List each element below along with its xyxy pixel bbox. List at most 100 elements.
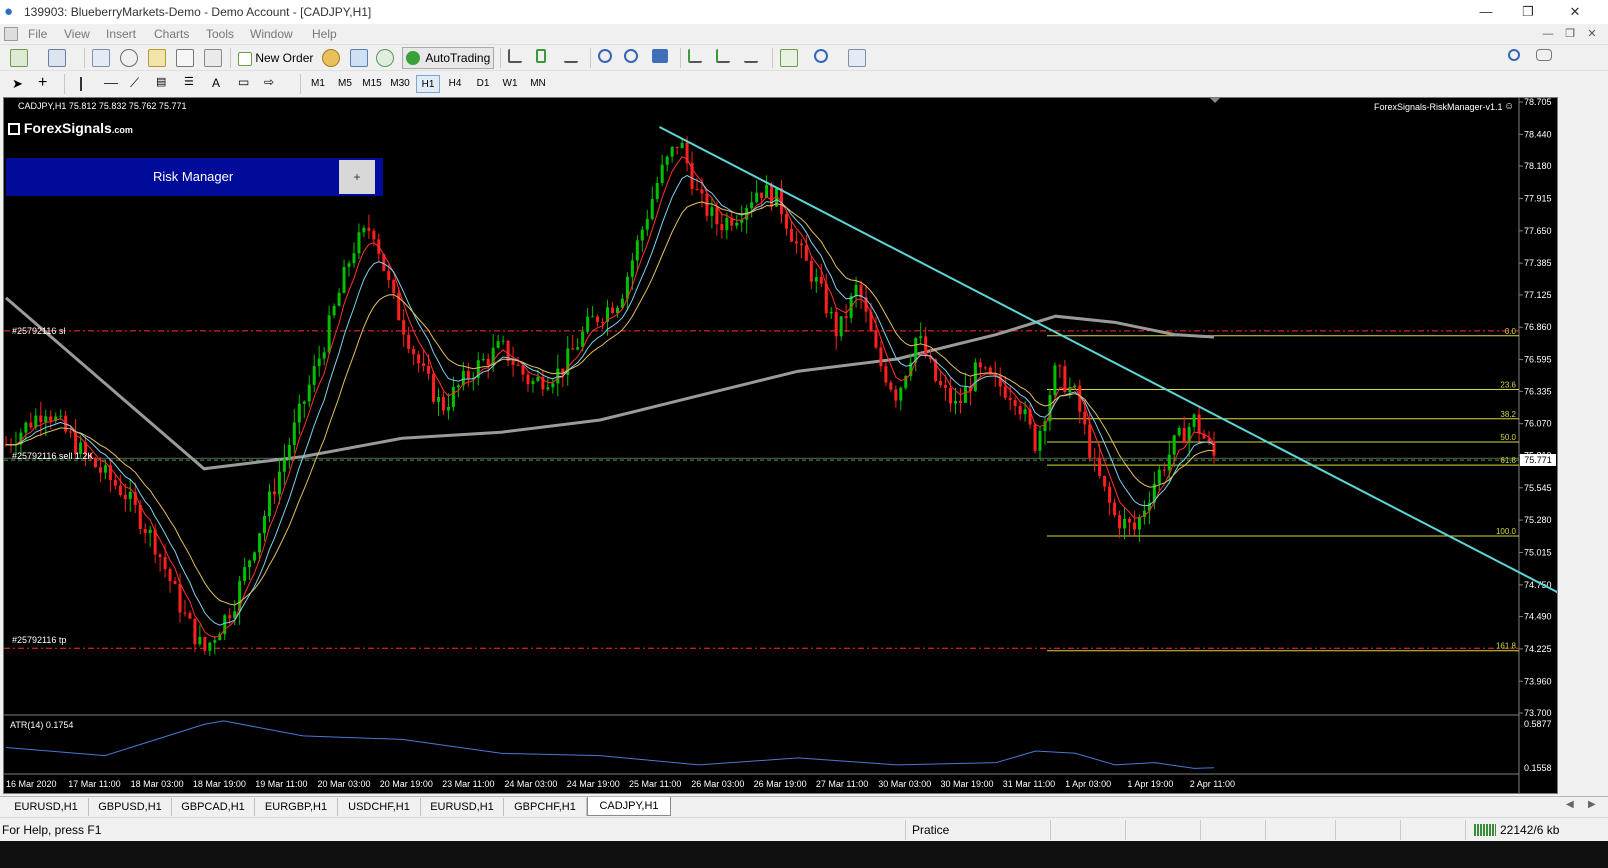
candle-body	[824, 283, 828, 314]
text-label-icon[interactable]: ▭	[238, 75, 249, 93]
arrows-icon[interactable]: ⇨	[264, 75, 274, 93]
tab-gbpchf[interactable]: GBPCHF,H1	[504, 798, 587, 816]
menu-tools[interactable]: Tools	[206, 27, 234, 41]
market-icon[interactable]	[376, 49, 394, 67]
templates-button[interactable]	[848, 49, 866, 67]
candle-body	[1063, 366, 1067, 393]
tab-eurusd-2[interactable]: EURUSD,H1	[421, 798, 504, 816]
candle-body	[834, 311, 838, 337]
risk-manager-panel[interactable]: Risk Manager +	[6, 158, 383, 196]
line-chart-icon[interactable]	[564, 49, 578, 67]
timeframe-w1[interactable]: W1	[498, 75, 522, 93]
tab-eurusd[interactable]: EURUSD,H1	[4, 798, 89, 816]
menu-window[interactable]: Window	[250, 27, 293, 41]
minimize-button[interactable]: —	[1468, 2, 1504, 22]
tab-gbpusd[interactable]: GBPUSD,H1	[89, 798, 172, 816]
timeframe-m5[interactable]: M5	[333, 75, 357, 93]
candle-body	[34, 415, 38, 428]
close-button[interactable]: ✕	[1557, 2, 1593, 22]
timeframe-m1[interactable]: M1	[306, 75, 330, 93]
text-tool-icon[interactable]: A	[212, 76, 220, 94]
tab-scroll-left-icon[interactable]: ◀	[1566, 799, 1574, 810]
timeframe-m15[interactable]: M15	[360, 75, 384, 93]
zoom-in-icon[interactable]	[598, 49, 612, 67]
indicators-button[interactable]	[780, 49, 798, 67]
fibonacci-icon[interactable]: ☰	[184, 75, 194, 93]
new-order-button[interactable]: New Order	[238, 49, 318, 67]
menu-help[interactable]: Help	[312, 27, 337, 41]
candle-body	[839, 316, 843, 337]
close-child-button[interactable]: ✕	[1584, 26, 1600, 42]
auto-scroll-icon[interactable]	[716, 49, 730, 67]
candle-body	[601, 321, 605, 323]
bar-chart-icon[interactable]	[508, 49, 522, 67]
tab-eurgbp[interactable]: EURGBP,H1	[255, 798, 338, 816]
y-tick-label: 73.700	[1524, 708, 1552, 718]
chat-icon[interactable]	[1536, 49, 1552, 67]
navigator-icon[interactable]	[148, 49, 166, 67]
menu-charts[interactable]: Charts	[154, 27, 189, 41]
timeframe-h4[interactable]: H4	[443, 75, 467, 93]
autotrading-button[interactable]: AutoTrading	[402, 47, 494, 69]
candle-body	[332, 305, 336, 316]
candle-body	[1123, 518, 1127, 529]
y-tick-label: 76.335	[1524, 386, 1552, 396]
strategy-tester-icon[interactable]	[204, 49, 222, 67]
vertical-line-icon[interactable]	[80, 77, 82, 91]
zoom-out-icon[interactable]	[624, 49, 638, 67]
crosshair-icon[interactable]	[120, 49, 138, 67]
vertical-scrollbar[interactable]	[1558, 97, 1568, 794]
tab-usdchf[interactable]: USDCHF,H1	[338, 798, 421, 816]
horizontal-line-icon[interactable]	[104, 83, 118, 84]
tab-gbpcad[interactable]: GBPCAD,H1	[172, 798, 255, 816]
price-chart[interactable]: 78.705 78.440 78.180 77.915 77.650 77.385 77.1…	[4, 98, 1557, 793]
candle-body	[307, 384, 311, 402]
crosshair-tool-icon[interactable]: +	[38, 74, 47, 92]
menu-insert[interactable]: Insert	[106, 27, 136, 41]
cursor-icon[interactable]: ➤	[12, 76, 23, 94]
risk-manager-expand-button[interactable]: +	[339, 160, 375, 194]
timeframe-d1[interactable]: D1	[471, 75, 495, 93]
candle-body	[501, 340, 505, 342]
candle-body	[163, 557, 167, 570]
restore-child-button[interactable]: ❐	[1562, 26, 1578, 42]
equidistant-channel-icon[interactable]: ▤	[156, 75, 166, 93]
timeframe-m30[interactable]: M30	[388, 75, 412, 93]
connection-icon	[1474, 824, 1496, 836]
timeframe-mn[interactable]: MN	[526, 75, 550, 93]
candle-body	[1197, 414, 1201, 434]
menu-file[interactable]: File	[28, 27, 47, 41]
candle-body	[958, 400, 962, 403]
minimize-child-button[interactable]: —	[1540, 26, 1556, 42]
candlestick-icon[interactable]	[536, 49, 546, 67]
candle-body	[372, 230, 376, 240]
chart-shift-icon[interactable]	[688, 49, 702, 67]
candle-body	[770, 184, 774, 207]
periodicity-button[interactable]	[814, 49, 828, 67]
chart-window[interactable]: 78.705 78.440 78.180 77.915 77.650 77.385 77.1…	[3, 97, 1558, 794]
trendline-icon[interactable]: ⟋	[130, 75, 139, 93]
signals-icon[interactable]	[350, 49, 368, 67]
new-chart-button[interactable]	[10, 49, 28, 67]
candle-body	[665, 156, 669, 165]
tab-cadjpy[interactable]: CADJPY,H1	[587, 797, 671, 816]
market-watch-icon[interactable]	[92, 49, 110, 67]
menu-view[interactable]: View	[64, 27, 90, 41]
search-icon[interactable]	[1508, 49, 1520, 67]
timeframe-h1[interactable]: H1	[416, 75, 440, 93]
candle-body	[720, 224, 724, 231]
x-tick-label: 16 Mar 2020	[6, 779, 57, 789]
candle-body	[546, 387, 550, 390]
tab-scroll-right-icon[interactable]: ▶	[1588, 799, 1596, 810]
fib-level-label: 50.0	[1500, 433, 1516, 442]
document-icon[interactable]	[4, 27, 18, 41]
candle-body	[183, 612, 187, 614]
profiles-button[interactable]	[48, 49, 66, 67]
terminal-icon[interactable]	[176, 49, 194, 67]
candle-body	[1088, 424, 1092, 458]
period-separators-icon[interactable]	[744, 49, 758, 67]
metaeditor-icon[interactable]	[322, 49, 340, 67]
candle-body	[511, 361, 515, 365]
tile-windows-icon[interactable]	[652, 49, 668, 67]
restore-button[interactable]: ❐	[1510, 2, 1546, 22]
